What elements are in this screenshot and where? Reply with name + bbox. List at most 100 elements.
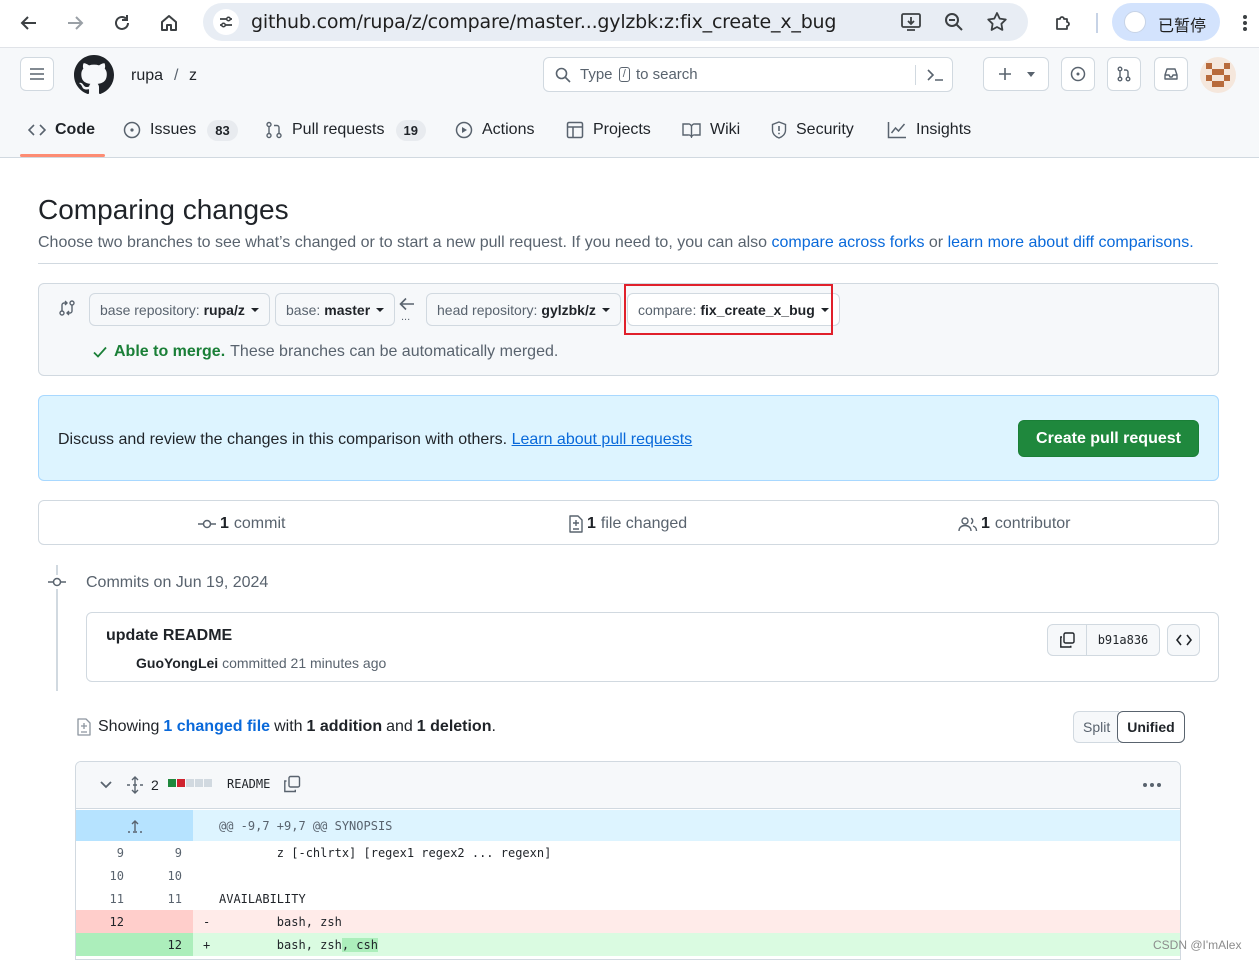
issues-button[interactable] — [1061, 57, 1095, 91]
repo-link[interactable]: z — [189, 67, 197, 85]
new-line-number[interactable]: 11 — [142, 892, 182, 906]
learn-pull-requests-link[interactable]: Learn about pull requests — [512, 431, 693, 448]
watermark: CSDN @I'mAlex — [1153, 938, 1242, 952]
line-code-added-segment: , csh — [341, 938, 378, 952]
pull-requests-button[interactable] — [1107, 57, 1141, 91]
expand-up-button[interactable] — [76, 810, 193, 841]
split-view-button[interactable]: Split — [1073, 711, 1120, 743]
tab-label: Insights — [916, 121, 972, 138]
table-icon — [566, 121, 584, 139]
kebab-horizontal-icon[interactable] — [1142, 782, 1162, 788]
pull-requests-counter: 19 — [395, 119, 426, 141]
contributors-tab[interactable]: 1 contributor — [958, 515, 1071, 533]
copy-icon[interactable] — [283, 775, 301, 793]
range-dots: ... — [401, 311, 411, 323]
back-button[interactable] — [12, 6, 46, 40]
bookmark-star-icon[interactable] — [986, 11, 1008, 33]
chevron-down-icon[interactable] — [99, 779, 113, 791]
reload-button[interactable] — [105, 6, 139, 40]
global-menu-button[interactable] — [20, 57, 54, 91]
owner-link[interactable]: rupa — [131, 67, 163, 85]
tab-label: Actions — [482, 121, 535, 138]
command-palette-icon[interactable] — [926, 67, 944, 83]
diffstat-blocks — [168, 779, 213, 787]
forward-button[interactable] — [58, 6, 92, 40]
learn-diff-comparisons-link[interactable]: learn more about diff comparisons. — [948, 234, 1194, 251]
line-sign: + — [203, 938, 211, 952]
contributors-label: contributor — [994, 515, 1071, 532]
commits-count-tab[interactable]: 1 commit — [197, 515, 285, 533]
tab-label: Security — [796, 121, 854, 138]
old-line-number[interactable]: 11 — [84, 892, 124, 906]
zoom-icon[interactable] — [944, 12, 964, 32]
diff-line: 9 9 z [-chlrtx] [regex1 regex2 ... regex… — [76, 841, 1180, 864]
browser-toolbar: github.com/rupa/z/compare/master...gylzb… — [0, 0, 1259, 48]
page-title: Comparing changes — [38, 194, 289, 225]
inbox-icon — [1164, 68, 1178, 80]
unfold-icon[interactable] — [126, 776, 144, 794]
tab-issues[interactable]: Issues 83 — [123, 119, 238, 141]
home-button[interactable] — [152, 6, 186, 40]
tab-code[interactable]: Code — [28, 120, 95, 140]
file-name-link[interactable]: README — [227, 777, 270, 791]
changed-files-link[interactable]: 1 changed file — [163, 718, 270, 736]
tab-pull-requests[interactable]: Pull requests 19 — [265, 119, 426, 141]
diff-view-toggle: Split Unified — [1073, 711, 1185, 743]
base-repository-select[interactable]: base repository: rupa/z — [89, 293, 270, 326]
base-branch-select[interactable]: base: master — [275, 293, 396, 326]
commit-message-link[interactable]: update README — [106, 627, 232, 645]
diffstat-neutral-block — [186, 779, 194, 787]
head-repository-select[interactable]: head repository: gylzbk/z — [426, 293, 621, 326]
old-line-number[interactable]: 10 — [84, 869, 124, 883]
file-diff-icon — [569, 515, 583, 533]
old-line-number[interactable]: 9 — [84, 846, 124, 860]
tab-wiki[interactable]: Wiki — [682, 120, 740, 140]
commit-sha-link[interactable]: b91a836 — [1087, 624, 1160, 656]
extensions-button[interactable] — [1046, 6, 1080, 40]
tab-actions[interactable]: Actions — [455, 120, 534, 140]
address-bar[interactable]: github.com/rupa/z/compare/master...gylzb… — [203, 3, 1028, 41]
copy-sha-button[interactable] — [1047, 624, 1087, 656]
profile-button[interactable]: 已暂停 — [1112, 3, 1220, 41]
file-diff-icon — [77, 718, 91, 736]
create-pull-request-button[interactable]: Create pull request — [1018, 420, 1199, 457]
tab-label: Code — [55, 121, 95, 138]
new-line-number[interactable]: 9 — [142, 846, 182, 860]
tab-insights[interactable]: Insights — [887, 120, 971, 140]
puzzle-icon — [1056, 16, 1070, 30]
issue-opened-icon — [123, 121, 141, 139]
tab-label: Projects — [593, 121, 651, 138]
search-input[interactable]: Type / to search — [543, 57, 953, 92]
new-line-number[interactable]: 12 — [142, 938, 182, 952]
browser-menu-button[interactable] — [1228, 6, 1259, 40]
inbox-button[interactable] — [1154, 57, 1188, 91]
old-line-number[interactable]: 12 — [84, 915, 124, 929]
git-commit-icon — [47, 575, 67, 589]
install-app-icon[interactable] — [900, 12, 922, 32]
description-or: or — [928, 234, 944, 251]
issues-counter: 83 — [207, 119, 238, 141]
issue-opened-icon — [1070, 66, 1086, 82]
files-changed-tab[interactable]: 1 file changed — [568, 515, 687, 533]
unified-view-button[interactable]: Unified — [1117, 711, 1185, 743]
compare-across-forks-link[interactable]: compare across forks — [772, 234, 925, 251]
profile-label: 已暂停 — [1158, 18, 1207, 35]
tab-security[interactable]: Security — [771, 120, 854, 140]
contributors-count: 1 — [981, 515, 990, 532]
commit-author-link[interactable]: GuoYongLei — [136, 655, 218, 671]
create-new-button[interactable] — [983, 57, 1049, 91]
github-logo-icon[interactable] — [74, 55, 114, 95]
diffstat-neutral-block — [195, 779, 203, 787]
identicon-icon — [1206, 63, 1230, 87]
fold-up-icon — [128, 820, 142, 833]
line-code: z [-chlrtx] [regex1 regex2 ... regexn] — [219, 846, 552, 860]
tab-projects[interactable]: Projects — [566, 120, 651, 140]
caret-down-icon — [601, 307, 610, 312]
new-line-number[interactable]: 10 — [142, 869, 182, 883]
browse-repository-button[interactable] — [1167, 624, 1200, 656]
tab-label: Issues — [150, 121, 197, 138]
author-avatar[interactable] — [106, 655, 124, 673]
user-avatar[interactable] — [1200, 57, 1236, 93]
annotation-highlight-box — [624, 284, 833, 335]
site-info-button[interactable] — [213, 9, 239, 35]
